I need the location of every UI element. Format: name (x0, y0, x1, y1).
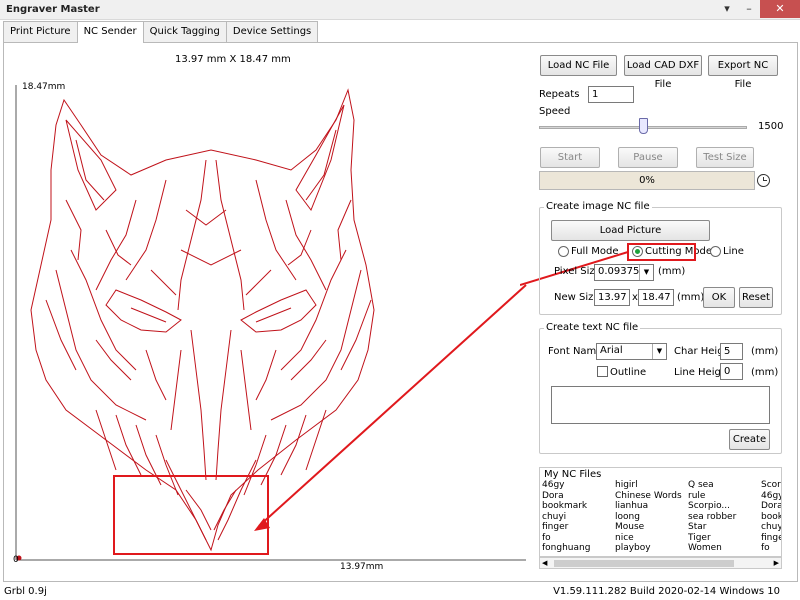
list-item[interactable]: Scorpio... (688, 501, 761, 512)
speed-value: 1500 (758, 121, 784, 132)
pixel-size-unit: (mm) (658, 266, 686, 277)
pixel-size-value: 0.09375 (598, 266, 640, 277)
close-icon[interactable]: ✕ (760, 0, 800, 18)
nc-files-scrollbar[interactable]: ◀ ▶ (539, 557, 782, 569)
cutting-mode-highlight (627, 243, 696, 261)
progress-bar: 0% (539, 171, 755, 190)
font-name-label: Font Name (548, 346, 603, 357)
chevron-down-icon: ▼ (639, 265, 653, 280)
load-cad-dxf-button[interactable]: Load CAD DXF File (624, 55, 702, 90)
wolf-outline (30, 88, 375, 552)
list-item[interactable]: playboy (615, 543, 688, 554)
clock-icon (757, 174, 770, 187)
tab-print-picture[interactable]: Print Picture (3, 21, 78, 42)
line-height-unit: (mm) (751, 367, 779, 378)
scrollbar-thumb[interactable] (554, 560, 734, 567)
list-item[interactable]: Mouse (615, 522, 688, 533)
highlight-region (113, 475, 269, 555)
status-version: V1.59.111.282 Build 2020-02-14 Windows 1… (553, 586, 780, 597)
list-item[interactable]: Chinese Words (615, 491, 688, 502)
char-height-unit: (mm) (751, 346, 779, 357)
list-item[interactable]: bookm (761, 512, 781, 523)
list-item[interactable]: Dora (542, 491, 615, 502)
tab-nc-sender[interactable]: NC Sender (76, 21, 144, 43)
title-bar: Engraver Master ▾ – ✕ (0, 0, 800, 20)
list-item[interactable]: lianhua (615, 501, 688, 512)
status-bar: Grbl 0.9j V1.59.111.282 Build 2020-02-14… (0, 582, 800, 600)
chevron-down-icon: ▼ (652, 344, 666, 359)
scroll-right-icon[interactable]: ▶ (774, 558, 779, 568)
export-nc-file-button[interactable]: Export NC File (708, 55, 778, 90)
list-item[interactable]: higirl (615, 480, 688, 491)
new-width-input[interactable] (594, 289, 630, 306)
list-item[interactable]: fonghuang (542, 543, 615, 554)
list-item[interactable]: fo (761, 543, 781, 554)
list-item[interactable]: loong (615, 512, 688, 523)
full-mode-label: Full Mode (571, 246, 619, 257)
line-height-input[interactable] (720, 363, 743, 380)
scroll-left-icon[interactable]: ◀ (542, 558, 547, 568)
load-picture-button[interactable]: Load Picture (551, 220, 710, 241)
ok-button[interactable]: OK (703, 287, 735, 308)
font-value: Arial (600, 345, 623, 356)
text-nc-group-title: Create text NC file (544, 322, 641, 333)
list-item[interactable]: 46gy (761, 491, 781, 502)
pixel-size-select[interactable]: 0.09375 ▼ (594, 264, 654, 281)
image-nc-group-title: Create image NC file (544, 201, 652, 212)
list-item[interactable]: chuyi (761, 522, 781, 533)
preview-canvas[interactable] (6, 50, 531, 575)
status-firmware: Grbl 0.9j (4, 586, 47, 597)
size-unit-label: (mm) (677, 292, 705, 303)
load-nc-file-button[interactable]: Load NC File (540, 55, 617, 76)
y-top-label: 18.47mm (22, 82, 66, 92)
list-item[interactable]: bookmark (542, 501, 615, 512)
list-item[interactable]: chuyi (542, 512, 615, 523)
list-item[interactable]: Q sea (688, 480, 761, 491)
list-item[interactable]: finger (542, 522, 615, 533)
tab-quick-tagging[interactable]: Quick Tagging (142, 21, 227, 42)
minimize-icon[interactable]: – (738, 0, 760, 18)
app-title: Engraver Master (6, 4, 100, 15)
repeats-label: Repeats (539, 89, 580, 100)
text-content-input[interactable] (551, 386, 770, 424)
list-item[interactable]: finger (761, 533, 781, 544)
list-item[interactable]: fo (542, 533, 615, 544)
reset-button[interactable]: Reset (739, 287, 773, 308)
list-item[interactable]: 46gy (542, 480, 615, 491)
list-item[interactable]: sea robber (688, 512, 761, 523)
list-item[interactable]: Scorp (761, 480, 781, 491)
tab-device-settings[interactable]: Device Settings (225, 21, 319, 42)
nc-files-grid: 46gy higirl Q sea Scorp Dora Chinese Wor… (542, 480, 781, 554)
tab-bar: Print Picture NC Sender Quick Tagging De… (3, 21, 319, 43)
speed-slider-thumb[interactable] (639, 118, 648, 134)
create-button[interactable]: Create (729, 429, 770, 450)
list-item[interactable]: Women (688, 543, 761, 554)
start-button[interactable]: Start (540, 147, 600, 168)
new-height-input[interactable] (638, 289, 674, 306)
full-mode-radio[interactable] (558, 246, 569, 257)
list-item[interactable]: rule (688, 491, 761, 502)
line-mode-label: Line (723, 246, 744, 257)
x-end-label: 13.97mm (340, 562, 384, 572)
new-size-label: New Size (554, 292, 600, 303)
list-item[interactable]: Star (688, 522, 761, 533)
window-controls: ▾ – ✕ (716, 0, 800, 20)
outline-label: Outline (610, 367, 647, 378)
test-size-button[interactable]: Test Size (696, 147, 754, 168)
font-select[interactable]: Arial ▼ (596, 343, 667, 360)
list-item[interactable]: Dora (761, 501, 781, 512)
list-item[interactable]: Tiger (688, 533, 761, 544)
outline-checkbox[interactable] (597, 366, 608, 377)
speed-label: Speed (539, 106, 571, 117)
y-origin-label: 0 (13, 555, 19, 565)
repeats-input[interactable] (588, 86, 634, 103)
menu-dropdown-icon[interactable]: ▾ (716, 0, 738, 18)
pause-button[interactable]: Pause (618, 147, 678, 168)
nc-files-title: My NC Files (544, 469, 602, 480)
list-item[interactable]: nice (615, 533, 688, 544)
line-mode-radio[interactable] (710, 246, 721, 257)
nc-files-list[interactable]: My NC Files 46gy higirl Q sea Scorp Dora… (539, 467, 782, 557)
wolf-vector-drawing (15, 85, 527, 561)
char-height-input[interactable] (720, 343, 743, 360)
